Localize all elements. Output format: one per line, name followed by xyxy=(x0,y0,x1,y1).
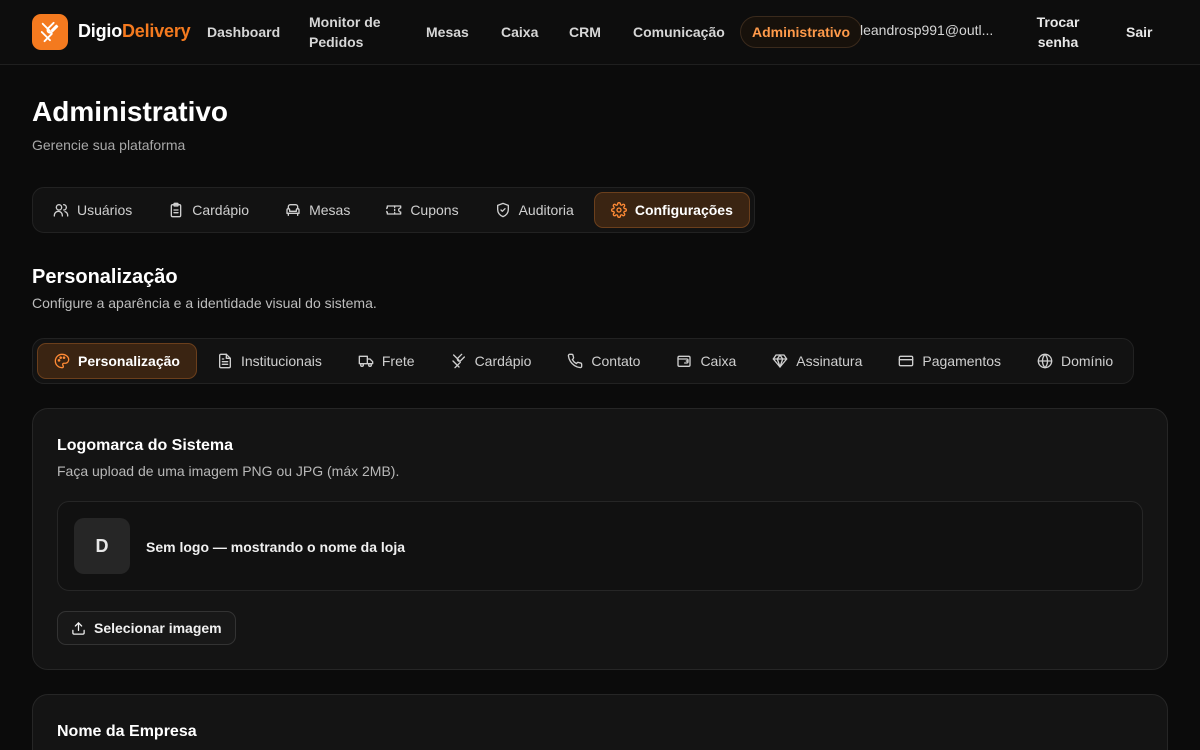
tab-cardapio-config[interactable]: Cardápio xyxy=(435,343,548,379)
tab-label: Frete xyxy=(381,353,415,369)
tab-caixa-config[interactable]: Caixa xyxy=(660,343,752,379)
company-card-title: Nome da Empresa xyxy=(57,723,197,740)
tab-usuarios[interactable]: Usuários xyxy=(37,192,148,228)
tab-label: Pagamentos xyxy=(922,353,1001,369)
select-image-label: Selecionar imagem xyxy=(94,620,222,636)
gem-icon xyxy=(772,353,788,369)
logo-preview-text: Sem logo — mostrando o nome da loja xyxy=(146,539,406,555)
nav-comunicacao[interactable]: Comunicação xyxy=(633,22,725,42)
tab-label: Cupons xyxy=(410,202,459,218)
logo-card: Logomarca do Sistema Faça upload de uma … xyxy=(32,408,1168,670)
tab-personalizacao[interactable]: Personalização xyxy=(37,343,197,379)
nav-caixa[interactable]: Caixa xyxy=(501,22,538,42)
nav-mesas[interactable]: Mesas xyxy=(426,22,469,42)
tab-label: Institucionais xyxy=(240,353,322,369)
change-password-button[interactable]: Trocar senha xyxy=(1030,12,1086,52)
tab-cardapio[interactable]: Cardápio xyxy=(152,192,265,228)
tab-dominio[interactable]: Domínio xyxy=(1021,343,1129,379)
armchair-icon xyxy=(285,202,301,218)
nav-dashboard[interactable]: Dashboard xyxy=(207,22,280,42)
user-email: leandrosp991@outl... xyxy=(860,22,994,38)
utensils-icon xyxy=(39,21,61,43)
top-navbar: DigioDelivery Dashboard Monitor de Pedid… xyxy=(0,0,1200,65)
tab-auditoria[interactable]: Auditoria xyxy=(479,192,590,228)
nav-administrativo[interactable]: Administrativo xyxy=(740,16,862,48)
logo-card-subtitle: Faça upload de uma imagem PNG ou JPG (má… xyxy=(57,463,400,479)
users-icon xyxy=(53,202,69,218)
section-subtitle: Configure a aparência e a identidade vis… xyxy=(32,295,377,311)
brand-name-part1: Digio xyxy=(78,21,122,41)
truck-icon xyxy=(358,353,374,369)
globe-icon xyxy=(1037,353,1053,369)
tab-institucionais[interactable]: Institucionais xyxy=(201,343,338,379)
tab-label: Configurações xyxy=(634,202,733,218)
select-image-button[interactable]: Selecionar imagem xyxy=(57,611,236,645)
tab-cupons[interactable]: Cupons xyxy=(370,192,474,228)
tab-label: Cardápio xyxy=(474,353,532,369)
tab-contato[interactable]: Contato xyxy=(551,343,656,379)
logo-card-title: Logomarca do Sistema xyxy=(57,437,234,454)
tab-label: Domínio xyxy=(1061,353,1114,369)
page-title: Administrativo xyxy=(32,96,229,127)
tab-label: Auditoria xyxy=(518,202,574,218)
logo-placeholder-avatar: D xyxy=(74,518,130,574)
utensils-icon xyxy=(451,353,467,369)
tab-mesas[interactable]: Mesas xyxy=(269,192,366,228)
tab-pagamentos[interactable]: Pagamentos xyxy=(882,343,1017,379)
settings-tabbar: Personalização Institucionais Frete Card… xyxy=(32,338,1135,384)
brand-logo[interactable] xyxy=(32,14,68,50)
tab-frete[interactable]: Frete xyxy=(342,343,431,379)
upload-icon xyxy=(71,621,86,636)
tab-label: Mesas xyxy=(309,202,351,218)
gear-icon xyxy=(610,202,627,218)
credit-card-icon xyxy=(898,353,914,369)
phone-icon xyxy=(567,353,583,369)
file-text-icon xyxy=(217,353,233,369)
section-title: Personalização xyxy=(32,266,178,288)
tab-label: Contato xyxy=(591,353,641,369)
tab-configuracoes[interactable]: Configurações xyxy=(593,192,750,228)
logo-preview: D Sem logo — mostrando o nome da loja xyxy=(57,501,1143,591)
logout-button[interactable]: Sair xyxy=(1126,22,1152,42)
admin-tabbar: Usuários Cardápio Mesas Cupons Auditoria… xyxy=(32,187,755,233)
tab-label: Caixa xyxy=(700,353,737,369)
nav-monitor-pedidos[interactable]: Monitor de Pedidos xyxy=(309,12,389,52)
tab-assinatura[interactable]: Assinatura xyxy=(756,343,878,379)
tab-label: Usuários xyxy=(77,202,133,218)
tab-label: Cardápio xyxy=(192,202,250,218)
wallet-icon xyxy=(676,353,692,369)
tab-label: Assinatura xyxy=(796,353,863,369)
company-name-card: Nome da Empresa xyxy=(32,694,1168,750)
brand-name[interactable]: DigioDelivery xyxy=(78,21,191,42)
nav-crm[interactable]: CRM xyxy=(569,22,601,42)
palette-icon xyxy=(54,353,70,369)
clipboard-icon xyxy=(168,202,184,218)
brand-name-part2: Delivery xyxy=(122,21,191,41)
tab-label: Personalização xyxy=(78,353,180,369)
page-subtitle: Gerencie sua plataforma xyxy=(32,137,186,153)
shield-icon xyxy=(495,202,511,218)
ticket-icon xyxy=(386,202,402,218)
